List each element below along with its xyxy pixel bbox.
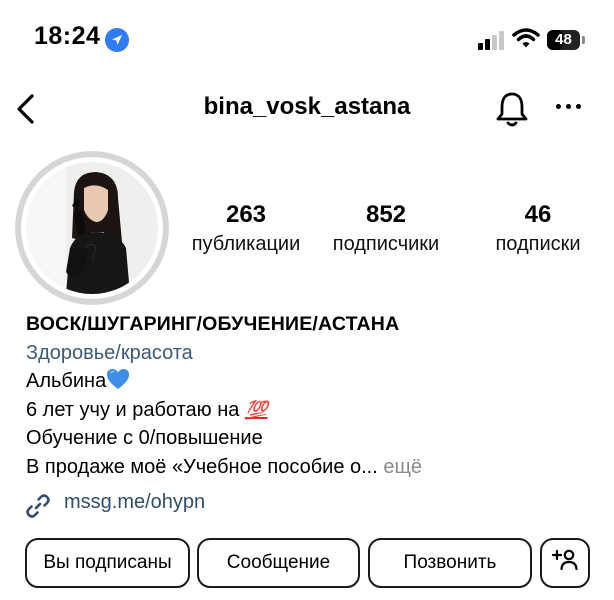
bio-line-1-text: Альбина: [26, 370, 107, 392]
bio-line-1: Альбина: [26, 367, 596, 396]
location-arrow-icon: [105, 28, 129, 52]
bell-icon[interactable]: [494, 90, 530, 135]
stat-following[interactable]: 46 подписки: [472, 200, 604, 258]
profile-username: bina_vosk_astana: [203, 93, 411, 120]
bio-name: ВОСК/ШУГАРИНГ/ОБУЧЕНИЕ/АСТАНА: [26, 313, 400, 335]
followers-count: 852: [365, 201, 407, 228]
followers-label: подписчики: [332, 233, 440, 255]
blue-heart-icon: [106, 368, 130, 390]
wifi-icon: [512, 27, 540, 54]
profile-bio: ВОСК/ШУГАРИНГ/ОБУЧЕНИЕ/АСТАНА Здоровье/к…: [26, 310, 596, 481]
call-button[interactable]: Позвонить: [368, 538, 532, 588]
avatar-photo: [26, 162, 158, 294]
add-person-icon: [551, 548, 579, 578]
message-button[interactable]: Сообщение: [197, 538, 360, 588]
bio-line-3: Обучение с 0/повышение: [26, 427, 263, 449]
bio-line-2-text: 6 лет учу и работаю на: [26, 398, 245, 421]
battery-icon: 48: [547, 30, 580, 50]
status-bar: 18:24 48: [0, 0, 614, 70]
status-time: 18:24: [34, 22, 101, 50]
following-button[interactable]: Вы подписаны: [25, 538, 190, 588]
chevron-left-icon[interactable]: [10, 92, 40, 126]
ellipsis-icon[interactable]: [556, 102, 584, 112]
link-icon: [24, 492, 52, 525]
posts-count: 263: [225, 201, 267, 228]
bio-line-4-text: В продаже моё «Учебное пособие о...: [26, 455, 378, 478]
following-label: подписки: [495, 233, 581, 255]
battery-percent: 48: [555, 31, 572, 48]
hundred-points-icon: 💯: [244, 399, 268, 420]
profile-avatar[interactable]: [15, 151, 169, 305]
stat-followers[interactable]: 852 подписчики: [320, 200, 452, 258]
bio-line-4: В продаже моё «Учебное пособие о... ещё: [26, 453, 596, 482]
bio-more-link[interactable]: ещё: [378, 456, 422, 478]
posts-label: публикации: [191, 233, 301, 255]
bio-category[interactable]: Здоровье/красота: [26, 339, 596, 368]
add-person-button[interactable]: [540, 538, 590, 588]
battery-cap: [582, 36, 585, 44]
bio-line-2: 6 лет учу и работаю на 💯: [26, 396, 596, 425]
following-count: 46: [524, 201, 552, 228]
link-text[interactable]: mssg.me/ohypn: [64, 491, 205, 514]
cellular-signal-icon: [478, 30, 508, 50]
stat-posts[interactable]: 263 публикации: [180, 200, 312, 258]
profile-header: bina_vosk_astana: [0, 80, 614, 140]
